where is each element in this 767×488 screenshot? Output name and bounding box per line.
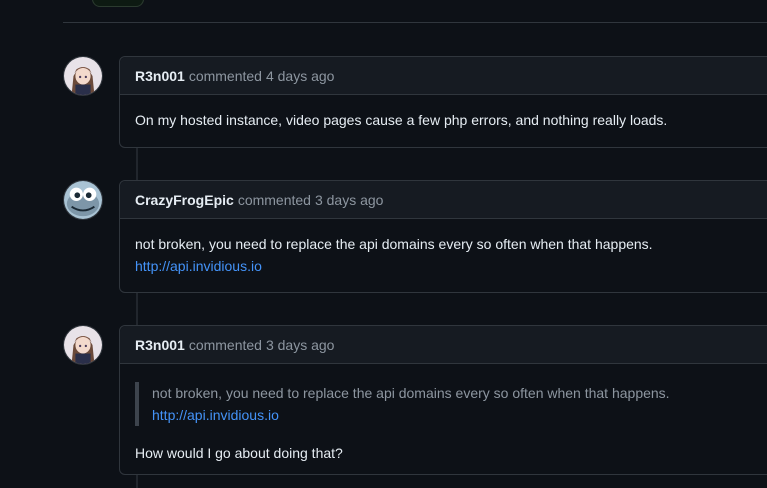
quote-link[interactable]: http://api.invidious.io <box>152 404 279 426</box>
comment-header: R3n001 commented 3 days ago <box>120 326 767 364</box>
author-name[interactable]: CrazyFrogEpic <box>135 192 234 208</box>
comment-header: R3n001 commented 4 days ago <box>120 57 767 95</box>
comment-box: R3n001 commented 4 days ago On my hosted i… <box>119 56 767 148</box>
avatar[interactable] <box>63 180 103 220</box>
avatar[interactable] <box>63 56 103 96</box>
author-name[interactable]: R3n001 <box>135 68 185 84</box>
partial-button[interactable] <box>92 0 144 7</box>
comment-header: CrazyFrogEpic commented 3 days ago <box>120 181 767 219</box>
timestamp[interactable]: 3 days ago <box>266 337 335 353</box>
quote-text: not broken, you need to replace the api … <box>152 385 670 401</box>
comment-text: not broken, you need to replace the api … <box>135 236 653 252</box>
anime-avatar-icon <box>64 326 102 364</box>
author-name[interactable]: R3n001 <box>135 337 185 353</box>
comment-box: CrazyFrogEpic commented 3 days ago not bro… <box>119 180 767 293</box>
comment-text: On my hosted instance, video pages cause… <box>135 112 668 128</box>
comment-body: not broken, you need to replace the api … <box>120 364 767 464</box>
api-link[interactable]: http://api.invidious.io <box>135 255 262 277</box>
comment-text: How would I go about doing that? <box>135 445 343 461</box>
anime-avatar-icon <box>64 57 102 95</box>
comment-body: On my hosted instance, video pages cause… <box>120 95 767 131</box>
action-label: commented <box>188 68 262 84</box>
timestamp[interactable]: 4 days ago <box>266 68 335 84</box>
comment-body: not broken, you need to replace the api … <box>120 219 767 277</box>
comment-box: R3n001 commented 3 days ago not broken, yo… <box>119 325 767 475</box>
timestamp[interactable]: 3 days ago <box>315 192 384 208</box>
action-label: commented <box>237 192 311 208</box>
divider <box>63 22 767 23</box>
blockquote: not broken, you need to replace the api … <box>135 382 765 426</box>
crazy-frog-avatar-icon <box>64 181 102 219</box>
avatar[interactable] <box>63 325 103 365</box>
action-label: commented <box>188 337 262 353</box>
